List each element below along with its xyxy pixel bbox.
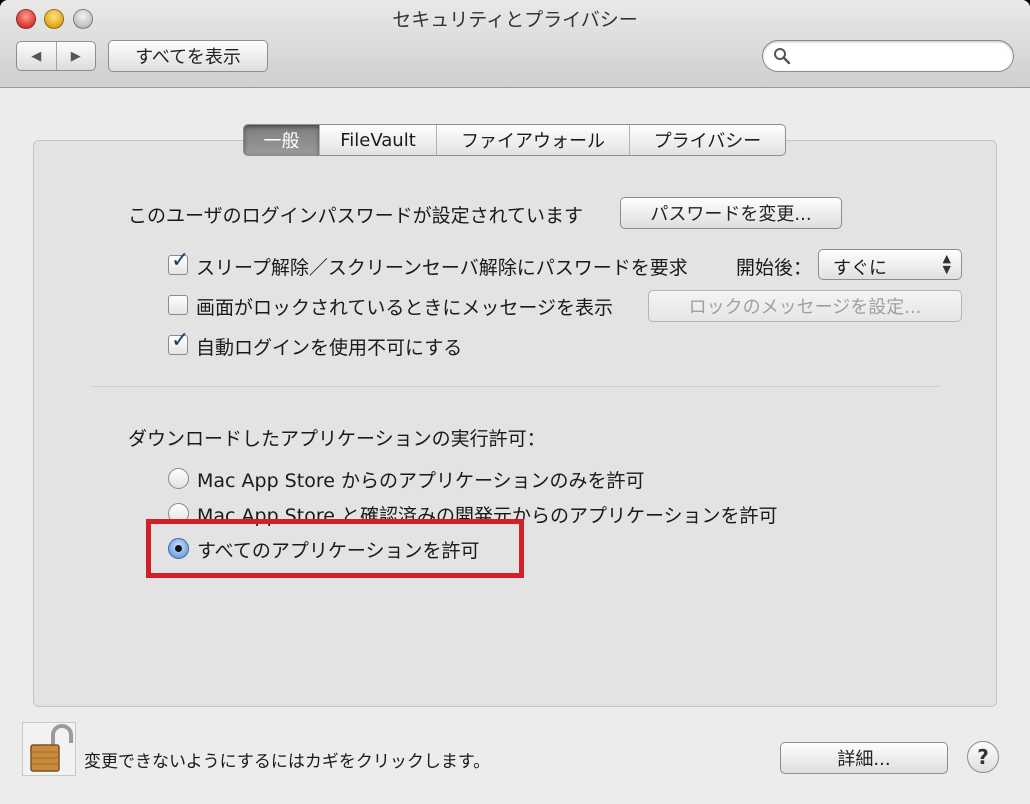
forward-button[interactable]: ▶: [57, 42, 96, 70]
search-input[interactable]: [762, 40, 1014, 72]
disable-autologin-label: 自動ログインを使用不可にする: [196, 337, 463, 359]
advanced-button[interactable]: 詳細...: [780, 742, 948, 774]
lock-message-checkbox[interactable]: [168, 295, 188, 315]
section-divider: [90, 386, 940, 387]
back-forward-control: ◀ ▶: [16, 41, 96, 71]
lock-message-label: 画面がロックされているときにメッセージを表示: [196, 297, 614, 319]
password-status-text: このユーザのログインパスワードが設定されています: [128, 205, 584, 227]
tab-filevault[interactable]: FileVault: [320, 125, 437, 155]
checkmark-icon: ✓: [171, 328, 190, 353]
lock-button[interactable]: [22, 722, 76, 776]
radio-label-mac-app-store-only: Mac App Store からのアプリケーションのみを許可: [197, 470, 645, 492]
lock-instruction-text: 変更できないようにするにはカギをクリックします。: [84, 752, 491, 772]
tab-bar: 一般 FileVault ファイアウォール プライバシー: [243, 124, 786, 156]
show-all-button[interactable]: すべてを表示: [108, 40, 268, 72]
start-after-select[interactable]: すぐに ▲ ▼: [818, 249, 962, 280]
updown-arrows-icon: ▲ ▼: [942, 252, 951, 276]
tab-privacy[interactable]: プライバシー: [630, 125, 785, 155]
back-button[interactable]: ◀: [17, 42, 57, 70]
highlight-box: [146, 519, 524, 578]
help-button[interactable]: ?: [967, 741, 999, 773]
start-after-label: 開始後：: [736, 257, 813, 279]
unlocked-padlock-icon: [30, 724, 73, 772]
require-password-checkbox[interactable]: ✓: [168, 250, 189, 275]
disable-autologin-checkbox[interactable]: ✓: [168, 330, 189, 355]
tab-firewall[interactable]: ファイアウォール: [437, 125, 630, 155]
toolbar: セキュリティとプライバシー ◀ ▶ すべてを表示: [0, 0, 1030, 88]
require-password-label: スリープ解除／スクリーンセーバ解除にパスワードを要求: [196, 257, 688, 279]
window-title: セキュリティとプライバシー: [392, 9, 638, 31]
downloads-heading: ダウンロードしたアプリケーションの実行許可：: [128, 428, 546, 450]
start-after-value: すぐに: [833, 258, 887, 279]
set-lock-message-button[interactable]: ロックのメッセージを設定...: [648, 290, 962, 322]
tab-general[interactable]: 一般: [244, 125, 320, 155]
checkmark-icon: ✓: [171, 248, 190, 273]
change-password-button[interactable]: パスワードを変更...: [620, 197, 842, 229]
preferences-window: セキュリティとプライバシー ◀ ▶ すべてを表示 一般 FileVault ファ…: [0, 0, 1030, 804]
radio-mac-app-store-only[interactable]: [168, 468, 189, 489]
search-icon: [774, 48, 791, 65]
